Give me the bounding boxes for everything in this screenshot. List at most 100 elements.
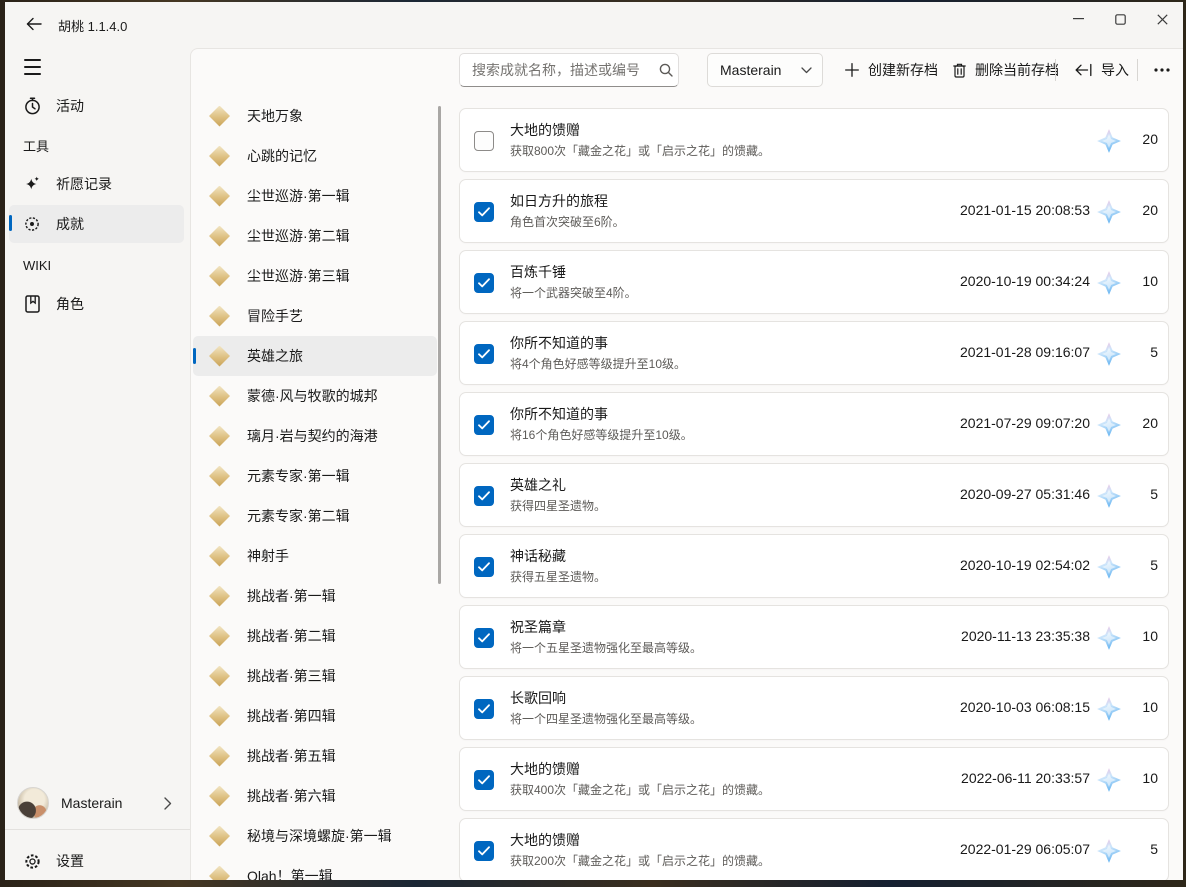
category-label: 元素专家·第二辑: [247, 506, 350, 526]
maximize-icon: [1115, 14, 1126, 25]
achievement-description: 将一个武器突破至4阶。: [510, 284, 637, 301]
more-options-button[interactable]: [1145, 53, 1179, 87]
category-item[interactable]: 挑战者·第六辑: [193, 776, 437, 816]
commandbar-divider: [1055, 59, 1056, 81]
app-window: 胡桃 1.1.4.0: [5, 2, 1183, 880]
gear-icon: [22, 853, 42, 870]
achievement-checkbox[interactable]: [474, 628, 494, 648]
achievement-description: 获得五星圣遗物。: [510, 568, 606, 585]
achievement-points: 10: [1130, 273, 1158, 289]
category-label: 挑战者·第四辑: [247, 706, 336, 726]
sidebar-item-wish-records[interactable]: 祈愿记录: [9, 166, 184, 202]
minimize-button[interactable]: [1057, 2, 1099, 36]
category-emblem-icon: [209, 466, 230, 487]
import-button[interactable]: 导入: [1065, 53, 1139, 87]
delete-archive-button[interactable]: 删除当前存档: [943, 53, 1069, 87]
achievement-card: 神话秘藏 获得五星圣遗物。 2020-10-19 02:54:02 5: [459, 534, 1169, 598]
achievement-checkbox[interactable]: [474, 202, 494, 222]
category-item[interactable]: 尘世巡游·第三辑: [193, 256, 437, 296]
achievement-description: 将4个角色好感等级提升至10级。: [510, 355, 686, 372]
category-item[interactable]: 璃月·岩与契约的海港: [193, 416, 437, 456]
category-item[interactable]: 冒险手艺: [193, 296, 437, 336]
achievement-description: 将16个角色好感等级提升至10级。: [510, 426, 693, 443]
checkmark-icon: [478, 420, 490, 430]
profile-row[interactable]: Masterain: [9, 779, 184, 827]
import-arrow-icon: [1075, 63, 1092, 77]
category-item[interactable]: 秘境与深境螺旋·第一辑: [193, 816, 437, 856]
category-emblem-icon: [209, 746, 230, 767]
category-item[interactable]: 天地万象: [193, 96, 437, 136]
achievement-checkbox[interactable]: [474, 699, 494, 719]
primogem-icon: [1096, 412, 1122, 438]
sidebar-section-tools: 工具: [23, 136, 49, 155]
chevron-down-icon: [801, 67, 812, 74]
achievement-date: 2022-01-29 06:05:07: [960, 841, 1090, 857]
maximize-button[interactable]: [1099, 2, 1141, 36]
category-item[interactable]: 挑战者·第四辑: [193, 696, 437, 736]
checkmark-icon: [478, 562, 490, 572]
achievement-description: 获取200次「藏金之花」或「启示之花」的馈藏。: [510, 852, 770, 869]
archive-selector[interactable]: Masterain: [707, 53, 823, 87]
category-item[interactable]: Olah！第一辑: [193, 856, 437, 880]
primogem-icon: [1096, 270, 1122, 296]
sidebar-item-activity[interactable]: 活动: [9, 88, 184, 124]
category-item[interactable]: 挑战者·第一辑: [193, 576, 437, 616]
category-item[interactable]: 尘世巡游·第二辑: [193, 216, 437, 256]
category-emblem-icon: [209, 826, 230, 847]
sidebar-item-settings[interactable]: 设置: [9, 843, 184, 879]
sidebar-item-label: 设置: [56, 851, 84, 871]
book-icon: [22, 295, 42, 313]
search-box: [459, 53, 679, 87]
achievement-date: 2021-01-15 20:08:53: [960, 202, 1090, 218]
category-item[interactable]: 英雄之旅: [193, 336, 437, 376]
category-emblem-icon: [209, 786, 230, 807]
category-label: 秘境与深境螺旋·第一辑: [247, 826, 392, 846]
primogem-icon: [1096, 696, 1122, 722]
category-item[interactable]: 挑战者·第三辑: [193, 656, 437, 696]
category-item[interactable]: 神射手: [193, 536, 437, 576]
achievement-card: 大地的馈赠 获取400次「藏金之花」或「启示之花」的馈藏。 2022-06-11…: [459, 747, 1169, 811]
achievement-description: 将一个四星圣遗物强化至最高等级。: [510, 710, 702, 727]
category-scrollbar[interactable]: [438, 106, 441, 584]
achievement-checkbox[interactable]: [474, 770, 494, 790]
achievement-description: 角色首次突破至6阶。: [510, 213, 625, 230]
achievement-checkbox[interactable]: [474, 557, 494, 577]
achievement-description: 获取800次「藏金之花」或「启示之花」的馈藏。: [510, 142, 770, 159]
checkmark-icon: [478, 278, 490, 288]
category-emblem-icon: [209, 186, 230, 207]
category-label: 蒙德·风与牧歌的城邦: [247, 386, 378, 406]
sidebar-item-characters[interactable]: 角色: [9, 286, 184, 322]
achievement-checkbox[interactable]: [474, 344, 494, 364]
category-item[interactable]: 元素专家·第二辑: [193, 496, 437, 536]
sidebar-item-achievements[interactable]: 成就: [9, 205, 184, 243]
category-emblem-icon: [209, 626, 230, 647]
selection-accent: [193, 348, 196, 364]
category-item[interactable]: 元素专家·第一辑: [193, 456, 437, 496]
sidebar-item-label: 祈愿记录: [56, 174, 112, 194]
primogem-icon: [1096, 838, 1122, 864]
create-archive-button[interactable]: 创建新存档: [835, 53, 948, 87]
close-button[interactable]: [1141, 2, 1183, 36]
search-input[interactable]: [460, 62, 659, 78]
category-item[interactable]: 挑战者·第五辑: [193, 736, 437, 776]
achievement-checkbox[interactable]: [474, 841, 494, 861]
checkmark-icon: [478, 704, 490, 714]
category-emblem-icon: [209, 426, 230, 447]
achievement-checkbox[interactable]: [474, 415, 494, 435]
category-item[interactable]: 挑战者·第二辑: [193, 616, 437, 656]
category-item[interactable]: 尘世巡游·第一辑: [193, 176, 437, 216]
category-emblem-icon: [209, 546, 230, 567]
import-label: 导入: [1101, 60, 1129, 80]
checkmark-icon: [478, 633, 490, 643]
nav-sidebar: 活动 工具 祈愿记录 成就 WIKI: [5, 2, 190, 880]
category-item[interactable]: 蒙德·风与牧歌的城邦: [193, 376, 437, 416]
category-item[interactable]: 心跳的记忆: [193, 136, 437, 176]
commandbar-divider: [1137, 59, 1138, 81]
achievement-checkbox[interactable]: [474, 486, 494, 506]
achievement-date: 2020-11-13 23:35:38: [961, 628, 1090, 644]
nav-toggle-button[interactable]: [17, 50, 53, 84]
achievement-checkbox[interactable]: [474, 131, 494, 151]
achievement-checkbox[interactable]: [474, 273, 494, 293]
achievement-title: 大地的馈赠: [510, 120, 580, 140]
achievement-card: 你所不知道的事 将16个角色好感等级提升至10级。 2021-07-29 09:…: [459, 392, 1169, 456]
